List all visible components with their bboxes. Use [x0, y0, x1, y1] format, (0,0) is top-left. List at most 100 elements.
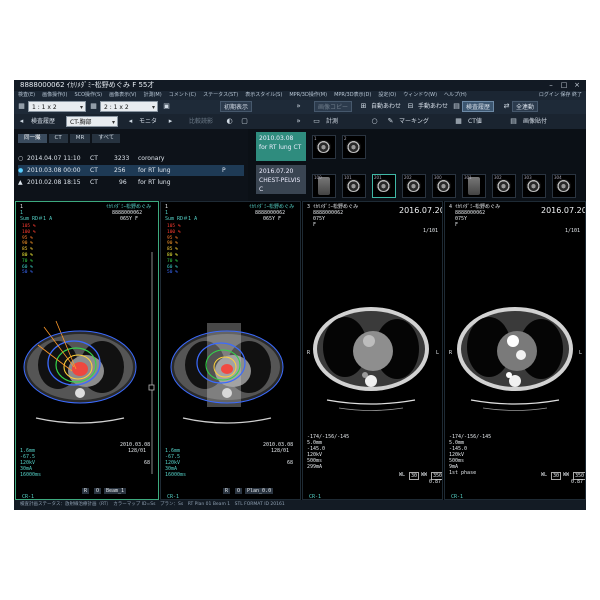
study-description: for RT lung: [138, 167, 171, 174]
arrow-icon[interactable]: ◂: [17, 117, 26, 126]
orientation-l-label: L: [436, 350, 440, 356]
plan-select-button[interactable]: Plan_0.0: [245, 488, 274, 494]
series-thumbnail[interactable]: 2: [342, 135, 366, 159]
study-row[interactable]: ○ 2014.04.07 11:10 CT 3233 coronary: [18, 153, 244, 164]
menu-item[interactable]: 検査(E): [18, 91, 35, 100]
grid-icon[interactable]: ▦: [17, 102, 26, 111]
series-thumbnail[interactable]: 304: [552, 174, 576, 198]
viewport-3[interactable]: 3 ｲｶﾘﾒﾀﾞﾐｰ松野めぐみ 8888000062 075Y F 2016.0…: [302, 201, 443, 500]
orientation-r-label: R: [307, 350, 311, 356]
manual-fit-button[interactable]: 手動あわせ: [415, 101, 451, 112]
viewport-1[interactable]: 1 ｲｶﾘﾒﾀﾞﾐｰ松野めぐみ 8888000062 065Y F 1 Sum …: [15, 201, 159, 500]
exam-history-button[interactable]: 検査履歴: [28, 116, 58, 127]
layout-select-1[interactable]: 1 : 1 x 2: [28, 101, 86, 113]
auto-fit-icon[interactable]: ⊞: [359, 102, 368, 111]
study-history-button[interactable]: 検査履歴: [462, 101, 495, 112]
window-level: 68: [144, 460, 151, 466]
study-row-selected[interactable]: ● 2010.03.08 00:00 CT 256 for RT lung P: [18, 165, 244, 176]
series-thumbnail[interactable]: 302: [492, 174, 516, 198]
initial-display-button[interactable]: 初期表示: [220, 101, 253, 112]
sync-icon[interactable]: ⇄: [502, 102, 511, 111]
orientation-o-button[interactable]: O: [94, 488, 102, 494]
maximize-icon[interactable]: □: [559, 81, 569, 90]
manual-fit-icon[interactable]: ⊟: [406, 102, 415, 111]
image-number: 128/01: [128, 448, 147, 454]
minimize-icon[interactable]: –: [546, 81, 556, 90]
full-sync-button[interactable]: 全連動: [512, 101, 539, 112]
monitor-right-icon[interactable]: ▸: [166, 117, 175, 126]
compare-button[interactable]: 比較読影: [186, 116, 216, 127]
menu-item[interactable]: SCO操作(S): [74, 91, 102, 100]
auto-fit-button[interactable]: 自動あわせ: [368, 101, 404, 112]
menu-item[interactable]: ヘルプ(H): [444, 91, 467, 100]
viewport-2[interactable]: 1 ｲｶﾘﾒﾀﾞﾐｰ松野めぐみ 8888000062 065Y F 1 Sum …: [160, 201, 301, 500]
menu-item[interactable]: MPR/3D表示(D): [334, 91, 371, 100]
series-group-card-2[interactable]: 2016.07.20 CHEST-PELVIS C: [256, 165, 306, 194]
viewport-4[interactable]: 4 ｲｶﾘﾒﾀﾞﾐｰ松野めぐみ 8888000062 075Y F 2016.0…: [444, 201, 586, 500]
menu-item[interactable]: ステータス(ST): [203, 91, 238, 100]
circle-icon[interactable]: ○: [370, 117, 379, 126]
series-thumbnail[interactable]: 300: [432, 174, 456, 198]
study-row[interactable]: ▲ 2010.02.08 18:15 CT 96 for RT lung: [18, 177, 244, 188]
menu-item[interactable]: MPR/3D操作(M): [289, 91, 327, 100]
tab-same-modality[interactable]: 同一撮: [18, 134, 47, 143]
series-thumbnail[interactable]: 303: [522, 174, 546, 198]
series-thumbnail[interactable]: 101: [342, 174, 366, 198]
image-number: 128/01: [271, 448, 290, 454]
menu-item[interactable]: 表示スタイル(S): [245, 91, 282, 100]
menu-item[interactable]: 画像操作(I): [42, 91, 67, 100]
ruler-icon[interactable]: ▭: [312, 117, 321, 126]
beam-select-button[interactable]: Beam_1: [104, 488, 127, 494]
orientation-o-button[interactable]: O: [235, 488, 243, 494]
series-group-card-1[interactable]: 2010.03.08 for RT lung CT: [256, 132, 306, 161]
marking-button[interactable]: マーキング: [396, 116, 432, 127]
layout-select-2[interactable]: 2 : 1 x 2: [100, 101, 158, 113]
study-description: for RT lung: [138, 179, 171, 186]
ct-image: [457, 307, 573, 411]
monitor-arrow-icon[interactable]: ◂: [126, 117, 135, 126]
contrast-phase: 1st phase: [449, 470, 477, 476]
tab-mr[interactable]: MR: [69, 134, 91, 143]
series-thumbnail[interactable]: 301: [462, 174, 486, 198]
series-thumbnail[interactable]: 100: [312, 174, 336, 198]
window-level-value[interactable]: 30: [551, 472, 562, 480]
paste-icon[interactable]: ▤: [509, 117, 518, 126]
series-thumbnail[interactable]: 1: [312, 135, 336, 159]
double-chevron-icon[interactable]: »: [294, 102, 303, 111]
study-flag: P: [222, 167, 226, 174]
series-group-desc: for RT lung CT: [259, 144, 302, 151]
image-paste-button[interactable]: 画像貼付: [520, 116, 550, 127]
menu-item[interactable]: ウィンドウ(W): [403, 91, 437, 100]
series-select[interactable]: CT-胸部: [66, 116, 118, 128]
menu-item[interactable]: 設定(O): [378, 91, 396, 100]
close-icon[interactable]: ×: [572, 81, 582, 90]
menu-right[interactable]: ログイン 保存 終了: [539, 91, 582, 100]
series-group-date: 2016.07.20: [259, 168, 294, 175]
chevron-right-icon[interactable]: »: [294, 117, 303, 126]
orientation-r-label: R: [449, 350, 453, 356]
menu-item[interactable]: 画像表示(V): [109, 91, 136, 100]
marking-icon[interactable]: ✎: [386, 117, 395, 126]
series-thumbnail[interactable]: 202: [402, 174, 426, 198]
display-icon[interactable]: ▣: [162, 102, 171, 111]
window-level: 68: [287, 460, 294, 466]
tab-all[interactable]: すべて: [92, 134, 121, 143]
contrast-icon[interactable]: ◐: [225, 117, 234, 126]
square-icon[interactable]: ▢: [240, 117, 249, 126]
ct-value-button[interactable]: CT値: [465, 116, 485, 127]
menu-item[interactable]: コメント(C): [169, 91, 196, 100]
orientation-r-button[interactable]: R: [223, 488, 231, 494]
window-width-label: WW: [421, 472, 428, 478]
grid-icon-2[interactable]: ▦: [89, 102, 98, 111]
window-level-value[interactable]: 30: [409, 472, 420, 480]
history-icon[interactable]: ▤: [452, 102, 461, 111]
tab-ct[interactable]: CT: [48, 134, 68, 143]
menu-item[interactable]: 計測(M): [143, 91, 161, 100]
series-copy-button[interactable]: 画像コピー: [314, 101, 353, 112]
study-date: 2010.02.08 18:15: [27, 179, 81, 186]
series-thumbnail-active[interactable]: 201: [372, 174, 396, 198]
ct-value-icon[interactable]: ▦: [454, 117, 463, 126]
measure-button[interactable]: 計測: [323, 116, 341, 127]
orientation-r-button[interactable]: R: [82, 488, 90, 494]
monitor-button[interactable]: モニタ: [136, 116, 160, 127]
